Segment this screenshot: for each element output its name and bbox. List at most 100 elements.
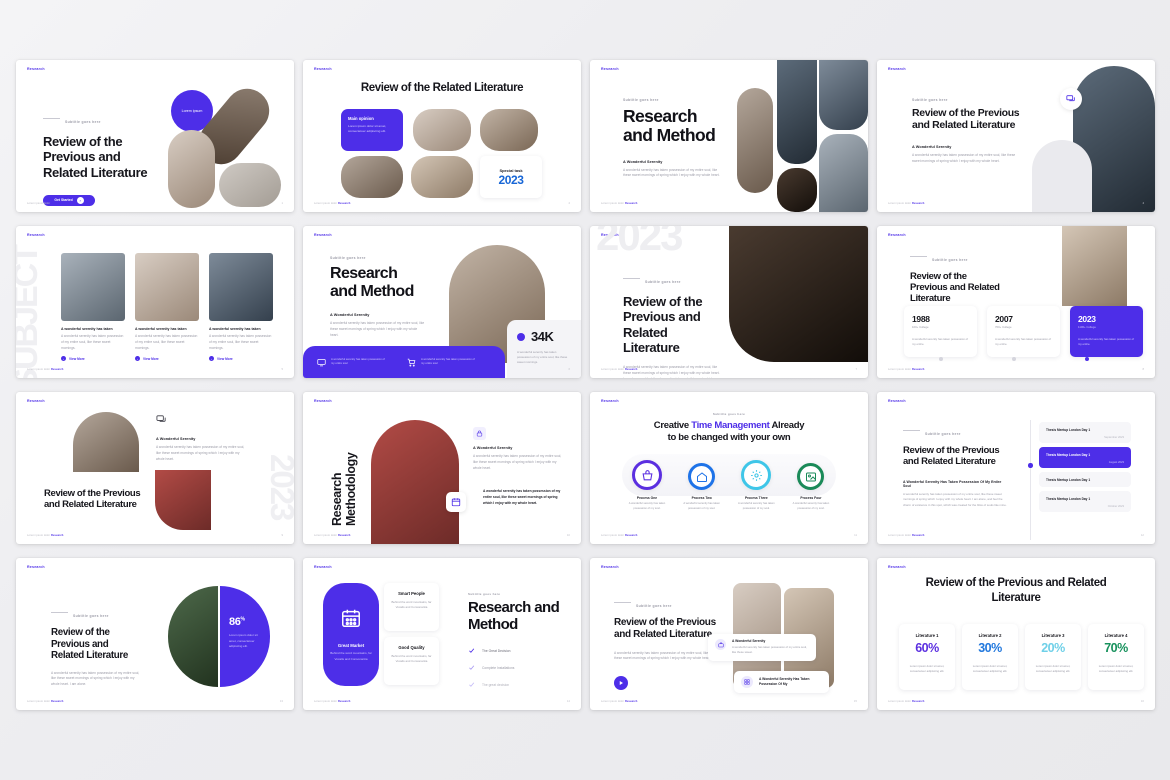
body-text: A wonderful serenity has taken possessio… (473, 454, 562, 470)
feature-main-card[interactable]: Great Market Behind the word mountains, … (323, 583, 379, 686)
title-part-b: Already (769, 420, 805, 431)
event-title: Thesis Meetup London Day 1 (1046, 478, 1091, 482)
year-card[interactable]: 2007 700+ College A wonderful serenity h… (987, 306, 1060, 357)
slide-title: Review of the Previous and Related Liter… (925, 577, 1107, 604)
slide-thumbnail-16[interactable]: Research Review of the Previous and Rela… (877, 558, 1155, 710)
event-title: Thesis Meetup London Day 1 (1046, 453, 1091, 457)
slide-thumbnail-1[interactable]: Research Subtitle goes here Review of th… (16, 60, 294, 212)
calendar-icon-badge (446, 492, 466, 512)
feature-body: Behind the word mountains, far Vocalis a… (391, 600, 432, 610)
event-item[interactable]: Thesis Meetup London Day 1 October 2023 (1039, 491, 1131, 512)
slide-title: Review of the Previous and Related Liter… (43, 134, 148, 180)
timeline-dot[interactable] (1011, 357, 1016, 361)
books-photo (729, 226, 868, 362)
feature-card[interactable]: Smart People Behind the word mountains, … (384, 583, 439, 631)
literature-card[interactable]: Literature 2 30% Lorem ipsum dolor sit a… (962, 624, 1018, 690)
collage-photo-1 (737, 88, 773, 193)
process-step-4[interactable]: Process Four A wonderful serenity has ta… (786, 463, 836, 511)
timeline-axis (1030, 420, 1031, 540)
view-more-link[interactable]: › View More (61, 356, 125, 362)
feature-body: Behind the word mountains, far Vocalis a… (330, 651, 372, 661)
slide-thumbnail-10[interactable]: Research Research Methodology A Wonderfu… (303, 392, 581, 544)
feature-body: Behind the word mountains, far Vocalis a… (391, 654, 432, 664)
page-number: 15 (853, 699, 857, 703)
check-icon (469, 665, 475, 670)
gallery-photo-4 (411, 156, 473, 198)
literature-card[interactable]: Literature 4 70% Lorem ipsum dolor sit a… (1088, 624, 1144, 690)
stat-value: 34K (531, 329, 554, 344)
slide-thumbnail-12[interactable]: Research Subtitle goes here Review of th… (877, 392, 1155, 544)
collage-photo-5 (819, 134, 868, 212)
footer-text: Lorem ipsum dolor Research (314, 534, 351, 537)
slide-thumbnail-6[interactable]: Research Subtitle goes here Research and… (303, 226, 581, 378)
slide-thumbnail-3[interactable]: Research Subtitle goes here Research and… (590, 60, 868, 212)
slide-thumbnail-11[interactable]: Research Subtitle goes here Creative Tim… (590, 392, 868, 544)
play-button[interactable] (614, 676, 628, 691)
event-item[interactable]: Thesis Meetup London Day 1 (1039, 472, 1131, 487)
footer-text: Lorem ipsum dolor Research (601, 700, 638, 703)
process-step-3[interactable]: Process Three A wonderful serenity has t… (731, 454, 781, 511)
view-more-link[interactable]: › View More (209, 356, 273, 362)
portrait-photo (168, 586, 218, 687)
check-item: The Great Decision (468, 647, 570, 654)
arch-photo-top (73, 412, 139, 472)
event-title: Thesis Meetup London Day 1 (1046, 497, 1091, 501)
process-body: A wonderful serenity has taken possessio… (738, 502, 775, 510)
float-card-2[interactable]: A Wonderful Serenity Has Taken Possessio… (734, 671, 829, 693)
slide-thumbnail-7[interactable]: Research 2023 Subtitle goes here Review … (590, 226, 868, 378)
event-date: September 2023 (1104, 436, 1124, 439)
eyebrow-text: Subtitle goes here (912, 98, 948, 102)
event-item[interactable]: Thesis Meetup London Day 1 September 202… (1039, 422, 1131, 443)
body-text: A wonderful serenity has taken possessio… (623, 167, 720, 178)
bar-item-text: A wonderful serenity has taken possessio… (331, 357, 385, 365)
timeline-dot-active[interactable] (1084, 357, 1089, 361)
literature-body: Lorem ipsum dolor sit amet, consectetuer… (909, 664, 945, 673)
slide-thumbnail-14[interactable]: Research Great Market Behind the word mo… (303, 558, 581, 710)
settings-icon (750, 469, 762, 481)
slide-title: Research and Method (623, 106, 716, 146)
footer-text: Lorem ipsum dolor Research (601, 202, 638, 205)
collage-photo-2 (777, 60, 817, 164)
title-part-a: Creative (653, 420, 692, 431)
slide-thumbnail-15[interactable]: Research Subtitle goes here Review of th… (590, 558, 868, 710)
eyebrow-text: Subtitle goes here (330, 256, 366, 260)
slide-title: Review of the Previous and Related Liter… (614, 617, 716, 640)
literature-card[interactable]: Literature 1 60% Lorem ipsum dolor sit a… (899, 624, 955, 690)
process-icon-ring (632, 460, 662, 490)
literature-card[interactable]: Literature 3 20% Lorem ipsum dolor sit a… (1025, 624, 1081, 690)
year-value: 2007 (995, 314, 1013, 324)
brand-logo: Research (27, 565, 45, 569)
slide-thumbnail-2[interactable]: Research Review of the Related Literatur… (303, 60, 581, 212)
timeline-dot[interactable] (938, 357, 943, 361)
year-card-active[interactable]: 2023 1100+ College A wonderful serenity … (1070, 306, 1143, 357)
view-more-link[interactable]: › View More (135, 356, 199, 362)
column-photo (61, 253, 125, 321)
footer-text: Lorem ipsum dolor Research (888, 700, 925, 703)
process-step-1[interactable]: Process One A wonderful serenity has tak… (622, 454, 672, 511)
slide-thumbnail-13[interactable]: Research Subtitle goes here Review of th… (16, 558, 294, 710)
slide-thumbnail-5[interactable]: Research SUBJECT A wonderful serenity ha… (16, 226, 294, 378)
slide-thumbnail-4[interactable]: Research Subtitle goes here Review of th… (877, 60, 1155, 212)
literature-value: 60% (915, 641, 939, 655)
literature-value: 20% (1041, 641, 1065, 655)
year-card[interactable]: 1988 100+ College A wonderful serenity h… (904, 306, 977, 357)
float-card-1[interactable]: A Wonderful Serenity A wonderful serenit… (708, 634, 816, 661)
slide-thumbnail-9[interactable]: Research 2023 A Wonderful Serenity A won… (16, 392, 294, 544)
brand-logo: Research (601, 565, 619, 569)
footer-text: Lorem ipsum dolor Research (27, 202, 64, 205)
main-opinion-card[interactable]: Main opinion Lorem ipsum dolor sit amet,… (341, 109, 403, 151)
arrow-icon: › (209, 356, 214, 362)
gallery-photo-3 (341, 156, 403, 198)
slide-title: Review of the Previous and Related Liter… (903, 445, 1000, 468)
event-item-active[interactable]: Thesis Meetup London Day 1 August 2023 (1039, 447, 1131, 468)
slide-thumbnail-8[interactable]: Research Subtitle goes here Review of th… (877, 226, 1155, 378)
card-body: Lorem ipsum dolor sit amet, consectetuer… (348, 124, 387, 133)
chat-bubble-icon (1066, 95, 1075, 102)
brand-logo: Research (601, 67, 619, 71)
feature-card[interactable]: Good Quality Behind the word mountains, … (384, 637, 439, 685)
subheading: A Wonderful Serenity (623, 159, 663, 164)
process-step-2[interactable]: Process Two A wonderful serenity has tak… (677, 463, 727, 511)
body-text: A wonderful serenity has taken possessio… (912, 152, 1016, 163)
slide-title: Review of the Previous and Related Liter… (912, 107, 1020, 132)
eyebrow-text: Subtitle goes here (712, 412, 746, 416)
